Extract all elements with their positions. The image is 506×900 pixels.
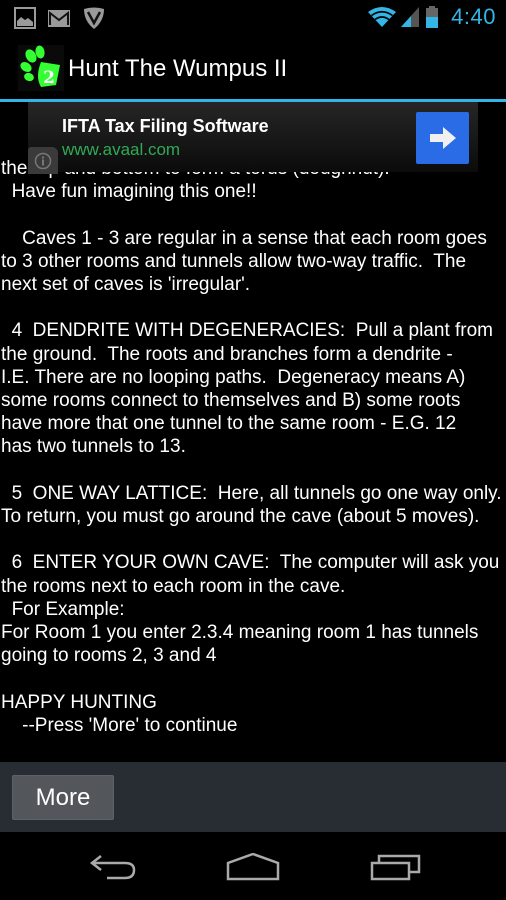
home-button[interactable] — [223, 850, 283, 884]
clock: 4:40 — [451, 4, 496, 29]
gmail-icon — [48, 10, 70, 27]
text-line: 5 ONE WAY LATTICE: Here, all tunnels go … — [1, 482, 502, 504]
text-line: next set of caves is 'irregular'. — [1, 274, 251, 296]
paw-icon: 2 — [18, 45, 64, 91]
wifi-icon — [368, 7, 397, 27]
back-icon — [89, 855, 136, 880]
text-line — [1, 667, 506, 690]
arrow-right-icon — [429, 127, 456, 149]
text-line: --Press 'More' to continue — [1, 714, 238, 736]
text-line — [1, 528, 506, 551]
text-line: to 3 other rooms and tunnels allow two-w… — [1, 250, 467, 272]
notification-icons — [14, 6, 106, 30]
text-line: I.E. There are no looping paths. Degener… — [1, 366, 466, 388]
ad-banner[interactable]: IFTA Tax Filing Software www.avaal.com — [28, 102, 478, 174]
instructions-content[interactable]: the top and bottom to form a torus (doug… — [0, 102, 506, 762]
text-line — [1, 459, 506, 482]
navigation-bar — [0, 832, 506, 900]
text-line: 4 DENDRITE WITH DEGENERACIES: Pull a pla… — [1, 320, 494, 342]
recents-icon — [370, 854, 421, 881]
text-line: the rooms next to each room in the cave. — [1, 575, 346, 597]
ad-info-button[interactable] — [28, 147, 58, 174]
text-line — [1, 203, 506, 226]
info-icon — [34, 152, 52, 169]
text-line: Have fun imagining this one!! — [1, 181, 257, 203]
app-icon[interactable]: 2 — [18, 45, 64, 91]
text-line: has two tunnels to 13. — [1, 436, 186, 458]
text-line: have more that one tunnel to the same ro… — [1, 413, 457, 435]
ad-url[interactable]: www.avaal.com — [62, 140, 180, 160]
app-title: Hunt The Wumpus II — [68, 55, 288, 82]
ad-open-button[interactable] — [416, 112, 469, 164]
battery-icon — [426, 6, 439, 28]
text-line: some rooms connect to themselves and B) … — [1, 390, 461, 412]
instructions-text: the top and bottom to form a torus (doug… — [1, 157, 506, 737]
text-line: For Room 1 you enter 2.3.4 meaning room … — [1, 622, 479, 644]
text-line: the ground. The roots and branches form … — [1, 343, 453, 365]
text-line: HAPPY HUNTING — [1, 691, 157, 713]
back-button[interactable] — [82, 850, 142, 884]
text-line: 6 ENTER YOUR OWN CAVE: The computer will… — [1, 552, 500, 574]
text-line: To return, you must go around the cave (… — [1, 506, 480, 528]
button-bar: More — [0, 762, 506, 832]
recents-button[interactable] — [366, 850, 426, 884]
ad-title[interactable]: IFTA Tax Filing Software — [62, 116, 269, 137]
system-icons: 4:40 — [367, 4, 496, 30]
vpn-shield-icon — [84, 7, 104, 29]
more-button[interactable]: More — [12, 775, 114, 820]
home-icon — [226, 853, 280, 881]
text-line: For Example: — [1, 598, 125, 620]
cell-signal-icon — [401, 7, 420, 27]
action-bar: 2 Hunt The Wumpus II — [0, 35, 506, 101]
text-line: Caves 1 - 3 are regular in a sense that … — [1, 227, 487, 249]
svg-text:2: 2 — [43, 68, 55, 88]
gallery-icon — [14, 7, 36, 29]
status-bar: 4:40 — [0, 0, 506, 35]
text-line — [1, 296, 506, 319]
text-line: going to rooms 2, 3 and 4 — [1, 645, 217, 667]
